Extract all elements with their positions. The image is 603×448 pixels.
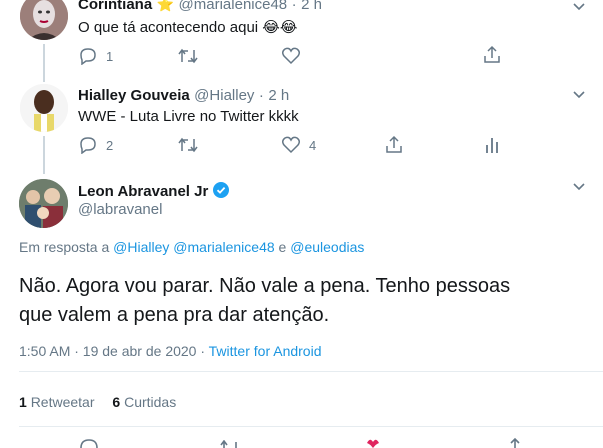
thread-line (43, 170, 45, 174)
reply-action[interactable]: 2 (78, 136, 113, 154)
mention-link[interactable]: @Hialley (113, 239, 169, 255)
user-name[interactable]: Leon Abravanel Jr (78, 183, 208, 200)
user-handle[interactable]: @marialenice48 (179, 0, 288, 13)
thread-line (43, 80, 45, 82)
retweet-label[interactable]: Retweetar (31, 394, 95, 410)
tweet-text: Não. Agora vou parar. Não vale a pena. T… (19, 272, 510, 330)
like-label[interactable]: Curtidas (124, 394, 176, 410)
reply-context-label: Em resposta a (19, 239, 110, 255)
retweet-icon (178, 48, 198, 64)
tweet-text: WWE - Luta Livre no Twitter kkkk (78, 108, 299, 125)
avatar[interactable] (19, 179, 68, 228)
avatar[interactable] (20, 84, 68, 132)
mention-link[interactable]: @euleodias (290, 239, 364, 255)
retweet-action[interactable] (177, 48, 199, 64)
tweet-time[interactable]: 2 h (268, 87, 289, 104)
analytics-action[interactable] (484, 136, 500, 154)
thread-line (43, 44, 45, 80)
main-tweet: Leon Abravanel Jr @labravanel Em respost… (0, 170, 603, 448)
thread-line (43, 136, 45, 170)
divider (19, 426, 603, 427)
share-action[interactable] (384, 135, 404, 155)
like-count[interactable]: 6 (112, 394, 120, 410)
verified-badge-icon (212, 182, 229, 198)
heart-icon (281, 136, 301, 154)
avatar-image (19, 179, 68, 228)
heart-icon (281, 47, 301, 65)
user-handle[interactable]: @Hialley (194, 87, 254, 104)
reply-icon[interactable] (78, 438, 100, 448)
separator: · (291, 0, 297, 13)
reply-icon (80, 48, 96, 65)
user-name[interactable]: Hialley Gouveia (78, 87, 190, 104)
avatar-image (20, 84, 68, 132)
divider (19, 371, 603, 372)
tweet-text-line: que valem a pena pra dar atenção. (19, 304, 330, 326)
avatar[interactable] (20, 0, 68, 40)
share-icon (386, 135, 402, 153)
tweet-text: O que tá acontecendo aqui 😂😂 (78, 19, 298, 36)
chevron-down-icon[interactable] (572, 2, 586, 12)
tweet-text-line: Não. Agora vou parar. Não vale a pena. T… (19, 275, 511, 297)
retweet-icon (178, 137, 198, 153)
reply-action[interactable]: 1 (78, 47, 113, 65)
like-count: 4 (309, 137, 317, 153)
tweet-hialley[interactable]: Hialley Gouveia @Hialley · 2 h WWE - Lut… (0, 80, 603, 170)
separator: · (258, 87, 264, 104)
like-action[interactable] (281, 47, 301, 65)
mention-link[interactable]: @marialenice48 (173, 239, 274, 255)
user-handle[interactable]: @labravanel (78, 201, 162, 218)
share-action[interactable] (482, 45, 502, 65)
source-link[interactable]: Twitter for Android (209, 343, 322, 359)
chevron-down-icon[interactable] (572, 90, 586, 100)
reply-count: 2 (106, 137, 114, 153)
share-icon[interactable] (505, 437, 525, 448)
heart-icon[interactable] (362, 439, 384, 448)
chevron-down-icon[interactable] (572, 182, 586, 192)
retweet-icon[interactable] (218, 440, 242, 448)
share-icon (484, 45, 500, 63)
tweet-time[interactable]: 2 h (301, 0, 322, 13)
avatar-image (20, 0, 68, 40)
tweet-corintiana[interactable]: Corintiana ⭐ @marialenice48 · 2 h O que … (0, 0, 603, 80)
retweet-count[interactable]: 1 (19, 394, 27, 410)
user-name[interactable]: Corintiana (78, 0, 152, 13)
star-icon: ⭐ (156, 0, 175, 12)
analytics-icon (486, 138, 498, 153)
mention-conjunction: e (278, 239, 287, 255)
reply-icon (80, 137, 96, 154)
retweet-action[interactable] (177, 137, 199, 153)
reply-context: Em resposta a @Hialley @marialenice48 e … (19, 239, 364, 255)
like-action[interactable]: 4 (281, 136, 316, 154)
timestamp[interactable]: 1:50 AM · 19 de abr de 2020 · (19, 343, 205, 359)
reply-count: 1 (106, 48, 114, 64)
